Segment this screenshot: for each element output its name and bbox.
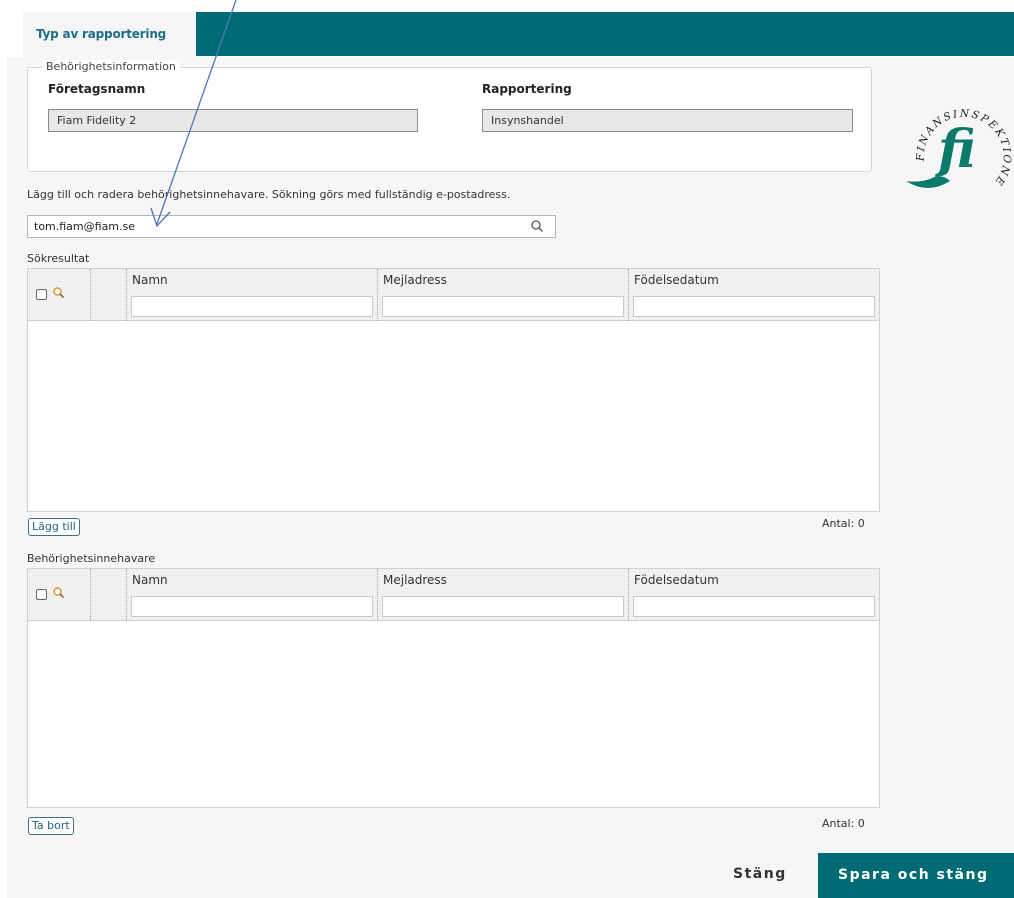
annotation-arrow: [150, 0, 237, 228]
